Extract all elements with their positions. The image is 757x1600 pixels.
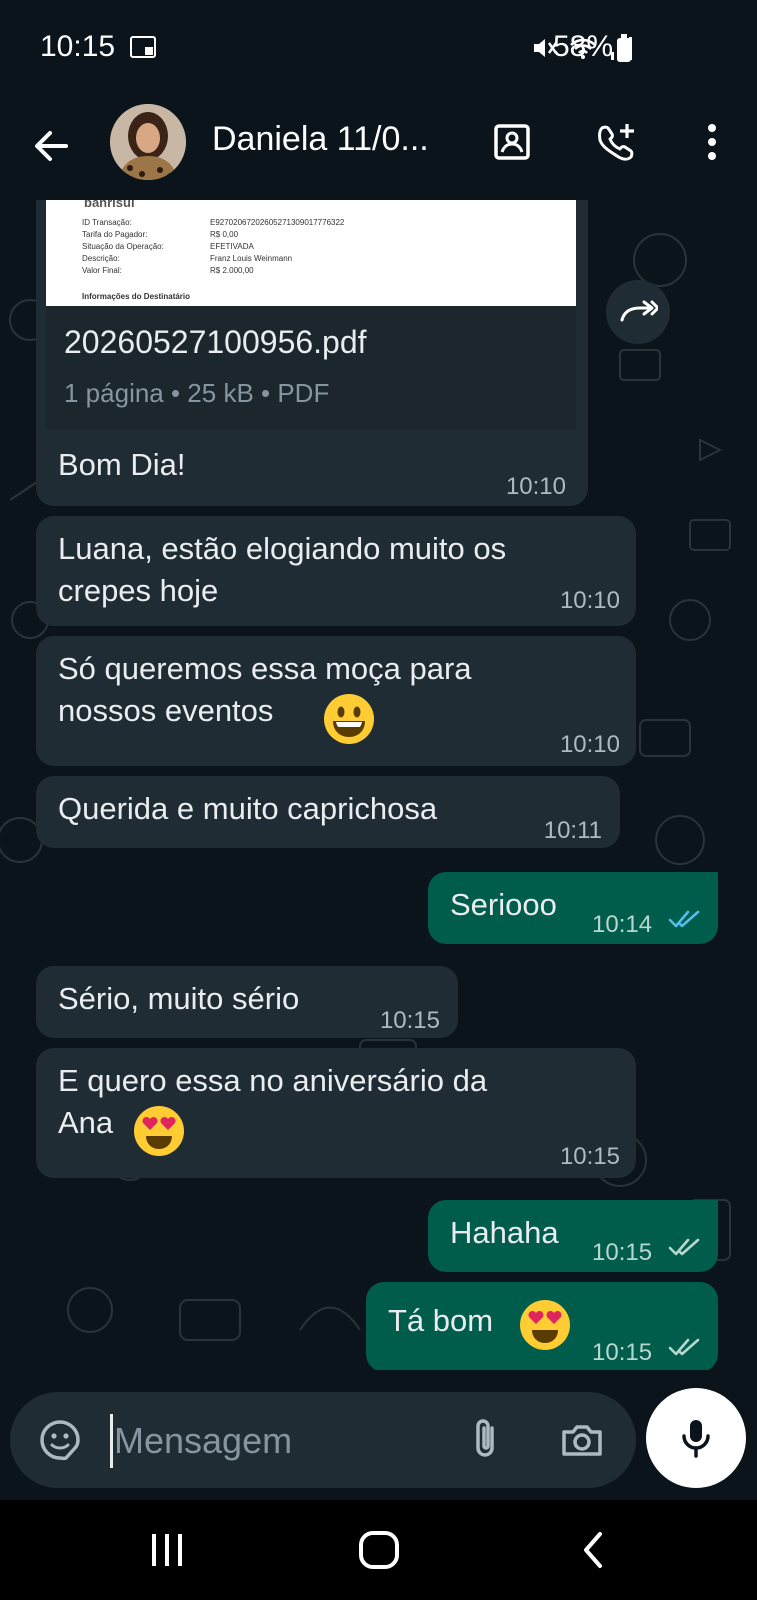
- message-bubble[interactable]: Sério, muito sério 10:15: [36, 966, 458, 1038]
- sticker-icon[interactable]: [36, 1416, 84, 1464]
- home-button[interactable]: [358, 1528, 400, 1572]
- message-time: 10:10: [559, 587, 620, 614]
- back-nav-button[interactable]: [578, 1528, 608, 1572]
- message-line: E quero essa no aniversário da: [58, 1063, 488, 1098]
- heart-eyes-emoji: [520, 1300, 570, 1350]
- message-text: Sério, muito sério: [58, 981, 300, 1016]
- pdf-file-meta: 1 página • 25 kB • PDF: [64, 378, 330, 408]
- battery-percent: 58%: [553, 30, 614, 63]
- preview-label: ID Transação:: [82, 218, 132, 227]
- add-call-icon: [598, 124, 634, 161]
- contact-card-button[interactable]: [488, 118, 536, 166]
- message-time: 10:10: [559, 731, 620, 758]
- preview-value: Franz Louis Weinmann: [210, 254, 293, 263]
- message-time: 10:14: [592, 911, 653, 938]
- preview-value: R$ 2.000,00: [210, 266, 254, 275]
- preview-label: Valor Final:: [82, 266, 122, 275]
- message-text: Luana, estão elogiando muito os crepes h…: [58, 528, 506, 612]
- preview-bank-name: banrisul: [84, 200, 135, 210]
- message-line: Luana, estão elogiando muito os: [58, 531, 507, 566]
- pdf-file-info[interactable]: 20260527100956.pdf 1 página • 25 kB • PD…: [46, 306, 576, 432]
- message-bubble[interactable]: Querida e muito caprichosa 10:11: [36, 776, 620, 848]
- preview-label: Descrição:: [82, 254, 120, 263]
- pdf-preview[interactable]: banrisul ID Transação: E9270206720260527…: [46, 200, 576, 306]
- message-input[interactable]: [114, 1414, 444, 1468]
- forward-icon: [620, 300, 658, 322]
- message-bubble[interactable]: Luana, estão elogiando muito os crepes h…: [36, 516, 636, 626]
- preview-value: R$ 0,00: [210, 230, 239, 239]
- add-call-button[interactable]: [592, 118, 640, 166]
- message-time: 10:15: [379, 1007, 440, 1034]
- message-bubble[interactable]: E quero essa no aniversário da Ana 10:15: [36, 1048, 636, 1178]
- message-text: Hahaha: [450, 1215, 559, 1250]
- message-time: 10:15: [592, 1339, 653, 1366]
- preview-label: Tarifa do Pagador:: [82, 230, 148, 239]
- message-bubble[interactable]: Bom Dia! 10:10: [36, 430, 588, 506]
- heart-eyes-emoji: [134, 1106, 184, 1156]
- preview-label: Situação da Operação:: [82, 242, 164, 251]
- chat-header: Daniela 11/0...: [0, 96, 757, 200]
- attach-icon[interactable]: [462, 1414, 510, 1464]
- chat-area[interactable]: banrisul ID Transação: E9270206720260527…: [0, 200, 757, 1370]
- text-caret: [110, 1414, 113, 1468]
- voicemail-icon: [130, 36, 156, 58]
- preview-value: EFETIVADA: [210, 242, 254, 251]
- message-line: crepes hoje: [58, 573, 219, 608]
- preview-value: E92702067202605271309017776322: [210, 218, 345, 227]
- message-composer: [10, 1392, 636, 1488]
- message-line: Só queremos essa moça para: [58, 651, 472, 686]
- contact-name[interactable]: Daniela 11/0...: [212, 120, 474, 159]
- message-bubble[interactable]: Tá bom 10:15: [366, 1282, 718, 1370]
- message-time: 10:15: [559, 1143, 620, 1170]
- more-vertical-icon: [708, 124, 716, 160]
- message-time: 10:11: [543, 817, 602, 844]
- system-nav-bar: [0, 1500, 757, 1600]
- forward-button[interactable]: [606, 280, 670, 344]
- voice-record-button[interactable]: [646, 1388, 746, 1488]
- message-bubble[interactable]: Só queremos essa moça para nossos evento…: [36, 636, 636, 766]
- more-options-button[interactable]: [688, 118, 736, 166]
- message-bubble[interactable]: Hahaha 10:15: [428, 1200, 718, 1272]
- back-arrow-icon: [35, 131, 68, 161]
- read-ticks-icon: [668, 910, 700, 928]
- message-line: Ana: [58, 1105, 114, 1140]
- delivered-ticks-icon: [668, 1238, 700, 1256]
- mic-icon: [682, 1420, 710, 1458]
- message-bubble[interactable]: Seriooo 10:14: [428, 872, 718, 944]
- message-time: 10:15: [592, 1239, 653, 1266]
- message-time: 10:10: [505, 473, 566, 500]
- contact-card-icon: [494, 124, 530, 160]
- message-line: nossos eventos: [58, 693, 274, 728]
- camera-icon[interactable]: [558, 1416, 606, 1464]
- back-button[interactable]: [28, 122, 76, 170]
- preview-section: Informações do Destinatário: [82, 292, 191, 301]
- message-text: E quero essa no aniversário da Ana: [58, 1060, 487, 1144]
- status-time: 10:15: [40, 30, 116, 63]
- delivered-ticks-icon: [668, 1338, 700, 1356]
- message-text: Seriooo: [450, 887, 557, 922]
- message-text: Bom Dia!: [58, 447, 186, 482]
- message-text: Tá bom: [388, 1303, 494, 1338]
- avatar-image: [110, 104, 186, 180]
- status-bar: 10:15 58%: [0, 0, 757, 96]
- grinning-face-emoji: [324, 694, 374, 744]
- battery-icon: [617, 34, 631, 62]
- message-text: Só queremos essa moça para nossos evento…: [58, 648, 472, 732]
- avatar[interactable]: [110, 104, 186, 180]
- recent-apps-button[interactable]: [150, 1528, 184, 1572]
- message-text: Querida e muito caprichosa: [58, 791, 438, 826]
- pdf-file-name: 20260527100956.pdf: [64, 324, 367, 360]
